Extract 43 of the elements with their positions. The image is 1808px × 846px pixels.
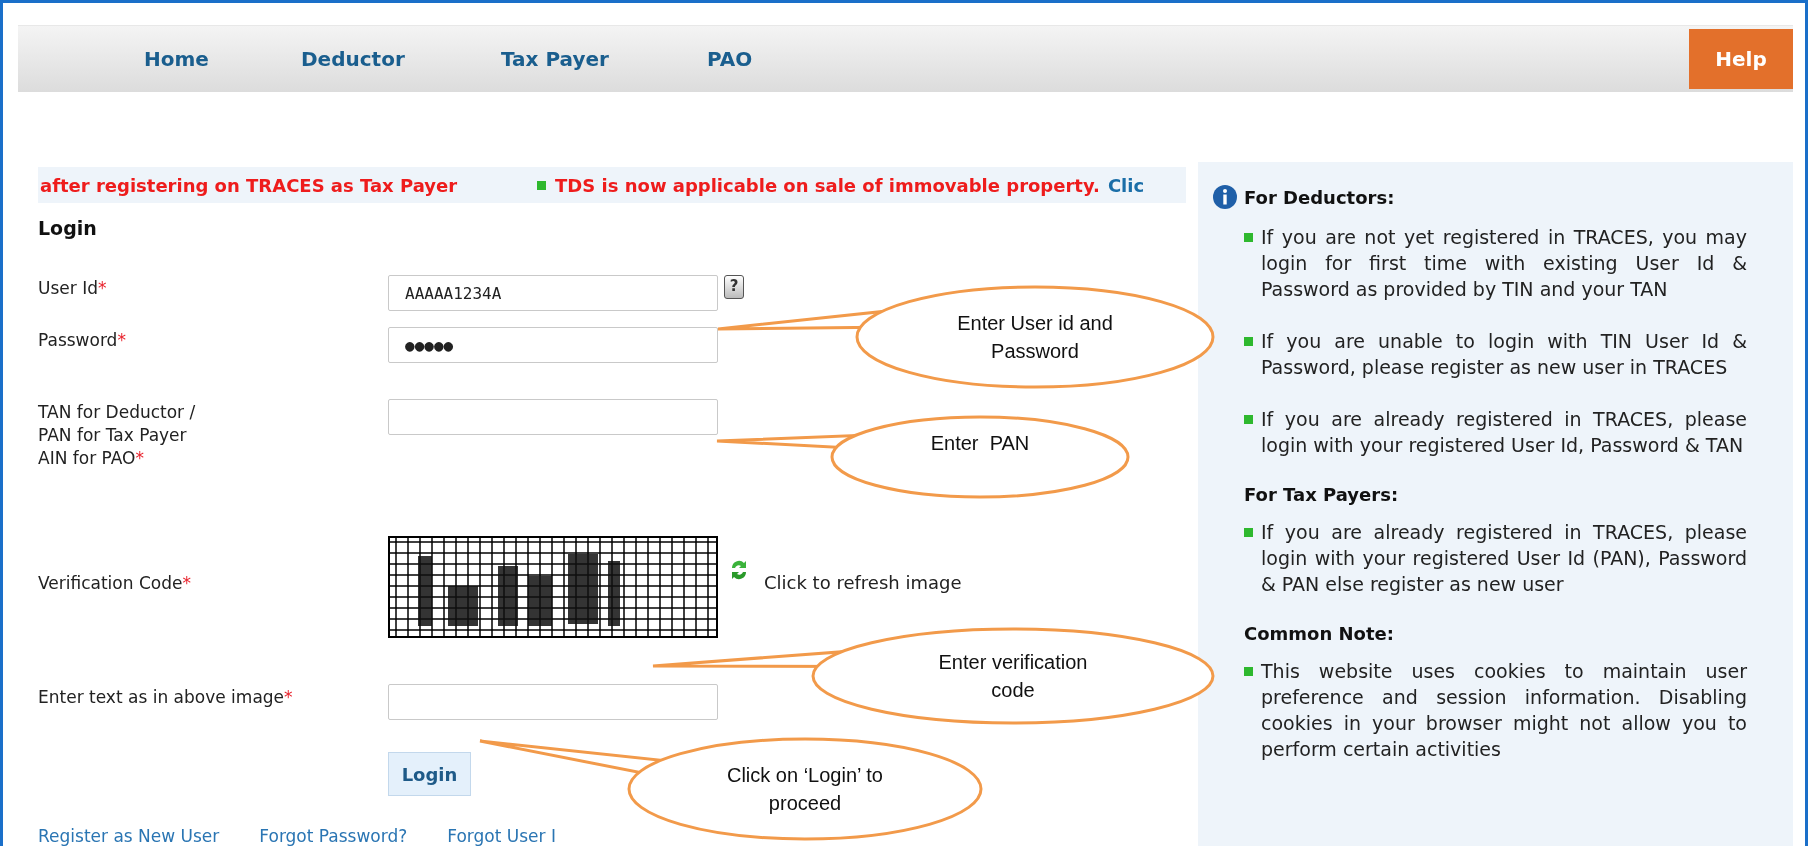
field-label: User Id* — [38, 277, 108, 300]
info-text: If you are not yet registered in TRACES, you may login for first time with existing User Id & Password as provided by TIN and your TAN — [1261, 225, 1747, 302]
field-label: Verification Code* — [38, 572, 192, 595]
info-text: If you are already registered in TRACES, please login with your registered User Id (PAN), Password & PAN else register as new user — [1261, 520, 1747, 597]
login-button[interactable]: Login — [388, 752, 471, 796]
bullet-icon — [1244, 667, 1253, 676]
field-label: Password* — [38, 329, 127, 352]
info-icon — [1212, 184, 1238, 210]
field-label: TAN for Deductor / PAN for Tax Payer AIN for PAO* — [38, 401, 197, 470]
callout-text: Click on ‘Login’ to proceed — [726, 763, 884, 816]
login-heading: Login — [38, 217, 98, 241]
input-field[interactable]: ●●●●● — [388, 327, 718, 363]
callout-text: Enter PAN — [929, 431, 1031, 456]
nav-link[interactable]: Deductor — [301, 47, 501, 71]
ticker-text: TDS is now applicable on sale of immovable property. — [555, 174, 1100, 196]
ticker-text: after registering on TRACES as Tax Payer — [40, 174, 458, 196]
field-label: Enter text as in above image* — [38, 686, 294, 709]
input-field[interactable] — [388, 399, 718, 435]
input-field[interactable] — [388, 684, 718, 720]
section-title: Common Note: — [1244, 623, 1394, 644]
refresh-link[interactable]: Click to refresh image — [764, 572, 962, 593]
account-link[interactable]: Register as New User — [38, 826, 220, 846]
callout-text: Enter User id and Password — [956, 311, 1114, 364]
bullet-icon — [1244, 528, 1253, 537]
info-text: If you are unable to login with TIN User Id & Password, please register as new user in TRACES — [1261, 329, 1747, 380]
callout-text: Enter verification code — [937, 650, 1089, 703]
account-link[interactable]: Forgot User I — [447, 826, 556, 846]
bullet-icon — [537, 180, 547, 190]
bullet-icon — [1244, 233, 1253, 242]
bullet-icon — [1244, 337, 1253, 346]
bullet-icon — [1244, 415, 1253, 424]
help-button[interactable]: Help — [1689, 29, 1793, 89]
section-title: For Tax Payers: — [1244, 484, 1399, 505]
nav-link[interactable]: Tax Payer — [501, 47, 707, 71]
input-field[interactable]: AAAAA1234A — [388, 275, 718, 311]
account-link[interactable]: Forgot Password? — [259, 826, 408, 846]
ticker-link[interactable]: Clic — [1107, 174, 1145, 196]
info-text: This website uses cookies to maintain user preference and session information. Disabling cookies in your browser might not allow you to perform certain activities — [1261, 659, 1747, 762]
nav-link[interactable]: Home — [144, 47, 301, 71]
section-title: For Deductors: — [1244, 186, 1395, 208]
help-icon[interactable]: ? — [724, 275, 744, 299]
nav-link[interactable]: PAO — [707, 47, 807, 71]
info-text: If you are already registered in TRACES, please login with your registered User Id, Password & TAN — [1261, 407, 1747, 458]
